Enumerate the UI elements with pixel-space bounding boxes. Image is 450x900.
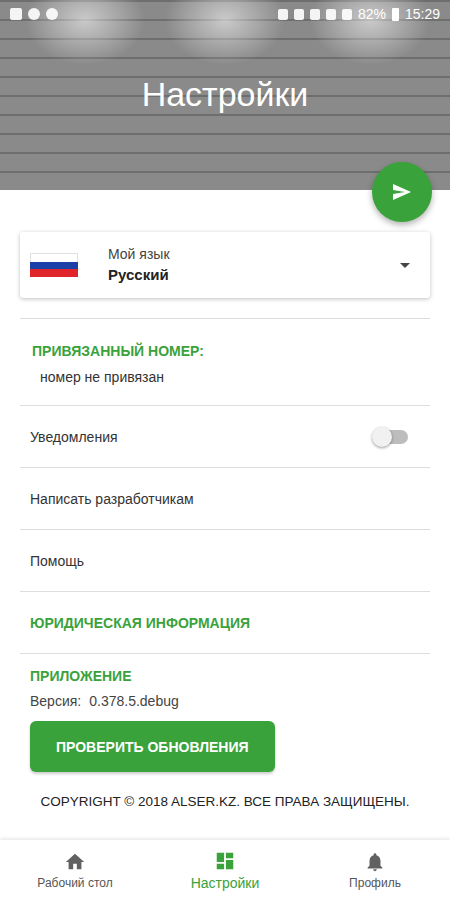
nav-label: Настройки (191, 875, 260, 891)
settings-link[interactable]: Помощь (20, 530, 430, 592)
nav-tab[interactable]: Профиль (300, 840, 450, 900)
clock: 15:29 (405, 6, 440, 22)
send-icon (390, 180, 414, 204)
language-value: Русский (108, 265, 400, 285)
status-bar: 82% 15:29 (0, 0, 450, 28)
notifications-row[interactable]: Уведомления (20, 406, 430, 468)
nav-label: Рабочий стол (37, 876, 112, 890)
setting-label: Написать разработчикам (30, 491, 194, 507)
nav-label: Профиль (349, 876, 401, 890)
nav-tab[interactable]: Рабочий стол (0, 840, 150, 900)
page-title: Настройки (142, 75, 309, 114)
header: 82% 15:29 Настройки (0, 0, 450, 190)
russia-flag-icon (30, 253, 78, 277)
legal-info-title: ЮРИДИЧЕСКАЯ ИНФОРМАЦИЯ (30, 613, 250, 633)
settings-screen: 82% 15:29 Настройки Мой язык Русский ПРИВЯЗАН… (0, 0, 450, 900)
dashboard-icon (214, 850, 236, 872)
app-title: ПРИЛОЖЕНИЕ (30, 666, 420, 686)
copyright: COPYRIGHT © 2018 ALSER.KZ. ВСЕ ПРАВА ЗАЩ… (8, 786, 442, 817)
send-button[interactable] (372, 162, 432, 222)
legal-info-link[interactable]: ЮРИДИЧЕСКАЯ ИНФОРМАЦИЯ (20, 592, 430, 654)
linked-number-title: ПРИВЯЗАННЫЙ НОМЕР: (32, 341, 418, 361)
bell-icon (364, 851, 386, 873)
app-version: Версия:0.378.5.debug (30, 691, 420, 711)
bottom-nav: Рабочий стол Настройки Профиль (0, 840, 450, 900)
check-updates-button[interactable]: ПРОВЕРИТЬ ОБНОВЛЕНИЯ (30, 721, 275, 772)
language-select[interactable]: Мой язык Русский (20, 232, 430, 298)
linked-number-value: номер не привязан (32, 367, 418, 387)
notification-icon (10, 8, 22, 20)
setting-label: Уведомления (30, 429, 118, 445)
alarm-icon (310, 9, 320, 20)
app-section: ПРИЛОЖЕНИЕ Версия:0.378.5.debug ПРОВЕРИТЬ … (20, 654, 430, 786)
notifications-toggle[interactable] (372, 427, 408, 447)
settings-list: Мой язык Русский ПРИВЯЗАННЫЙ НОМЕР: номер н… (0, 190, 450, 840)
linked-number-section: ПРИВЯЗАННЫЙ НОМЕР: номер не привязан (20, 319, 430, 406)
battery-level: 82% (358, 6, 386, 22)
battery-icon (392, 8, 399, 21)
mute-icon (294, 9, 304, 20)
notification-icon (46, 8, 58, 20)
nav-tab[interactable]: Настройки (150, 840, 300, 900)
bluetooth-icon (278, 9, 288, 20)
setting-label: Помощь (30, 553, 84, 569)
language-label: Мой язык (108, 245, 400, 263)
settings-link[interactable]: Написать разработчикам (20, 468, 430, 530)
dropdown-arrow-icon (400, 263, 410, 268)
notification-icon (28, 8, 40, 20)
home-icon (64, 851, 86, 873)
signal-icon (342, 9, 352, 20)
wifi-icon (326, 9, 336, 20)
